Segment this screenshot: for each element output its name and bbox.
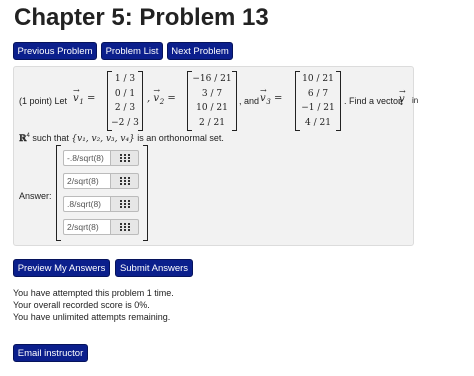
v3-matrix: 10 / 21 6 / 7 −1 / 21 4 / 21 [295,71,341,131]
answer-entry-4: 2/sqrt(8) [63,219,139,235]
v4-label: → v 4 [399,87,406,107]
answer-label: Answer: [19,191,52,201]
v3-label: → v 3 = [260,86,283,106]
answer-input[interactable]: 2/sqrt(8) [63,219,111,235]
answer-input[interactable]: 2/sqrt(8) [63,173,111,189]
keypad-icon [119,223,130,231]
problem-panel: (1 point) Let → v 1 = 1 / 3 0 / 1 2 / 3 −… [13,66,418,246]
attempt-info: You have attempted this problem 1 time. … [13,287,174,323]
keypad-icon [119,154,130,162]
problem-nav: Previous Problem Problem List Next Probl… [13,42,233,60]
answer-entry-3: .8/sqrt(8) [63,196,139,212]
previous-problem-button[interactable]: Previous Problem [13,42,97,60]
keypad-icon [119,177,130,185]
submit-answers-button[interactable]: Submit Answers [115,259,193,277]
vector-set: {v₁, v₂, v₃, v₄} [71,134,135,144]
next-problem-button[interactable]: Next Problem [167,42,233,60]
answer-matrix: -.8/sqrt(8) 2/sqrt(8) .8/sqrt(8) 2/sqrt(… [56,145,148,241]
and-text: , and [239,96,260,106]
v3-entry: −1 / 21 [301,103,335,114]
find-text: . Find a vector [344,96,402,106]
remaining-text: You have unlimited attempts remaining. [13,312,171,322]
problem-statement: (1 point) Let → v 1 = 1 / 3 0 / 1 2 / 3 −… [19,71,418,131]
v2-entry: 3 / 7 [201,88,223,99]
v1-label: → v 1 = [73,86,96,106]
v3-entry: 4 / 21 [305,117,331,128]
v1-matrix: 1 / 3 0 / 1 2 / 3 −2 / 3 [107,71,143,131]
v2-label: , → v 2 = [147,86,176,106]
v2-entry: −16 / 21 [192,74,232,85]
problem-list-button[interactable]: Problem List [101,42,163,60]
in-text: in [412,96,419,105]
answer-entry-2: 2/sqrt(8) [63,173,139,189]
v1-entry: 0 / 1 [114,88,136,99]
intro-text: (1 point) Let [19,96,68,106]
v3-entry: 10 / 21 [302,74,334,85]
space-exponent: 4 [26,133,30,139]
v1-entry: 2 / 3 [114,103,136,114]
v1-entry: 1 / 3 [114,74,136,85]
v3-entry: 6 / 7 [307,88,329,99]
email-instructor-button[interactable]: Email instructor [13,344,88,362]
answer-actions: Preview My Answers Submit Answers [13,259,193,277]
equation-editor-button[interactable] [111,150,139,166]
keypad-icon [119,200,130,208]
page-title: Chapter 5: Problem 13 [14,4,269,31]
answer-entry-1: -.8/sqrt(8) [63,150,139,166]
answer-input[interactable]: .8/sqrt(8) [63,196,111,212]
v2-matrix: −16 / 21 3 / 7 10 / 21 2 / 21 [187,71,237,131]
orthonormal-text: is an orthonormal set. [137,133,224,143]
equation-editor-button[interactable] [111,173,139,189]
v2-entry: 2 / 21 [199,117,225,128]
answer-input[interactable]: -.8/sqrt(8) [63,150,111,166]
v1-entry: −2 / 3 [111,117,139,128]
attempts-text: You have attempted this problem 1 time. [13,288,174,298]
score-text: Your overall recorded score is 0%. [13,300,150,310]
such-text: such that [32,133,69,143]
v2-entry: 10 / 21 [196,103,228,114]
equation-editor-button[interactable] [111,196,139,212]
equation-editor-button[interactable] [111,219,139,235]
problem-statement-cont: ℝ4 such that {v₁, v₂, v₃, v₄} is an orth… [19,133,224,144]
preview-answers-button[interactable]: Preview My Answers [13,259,110,277]
